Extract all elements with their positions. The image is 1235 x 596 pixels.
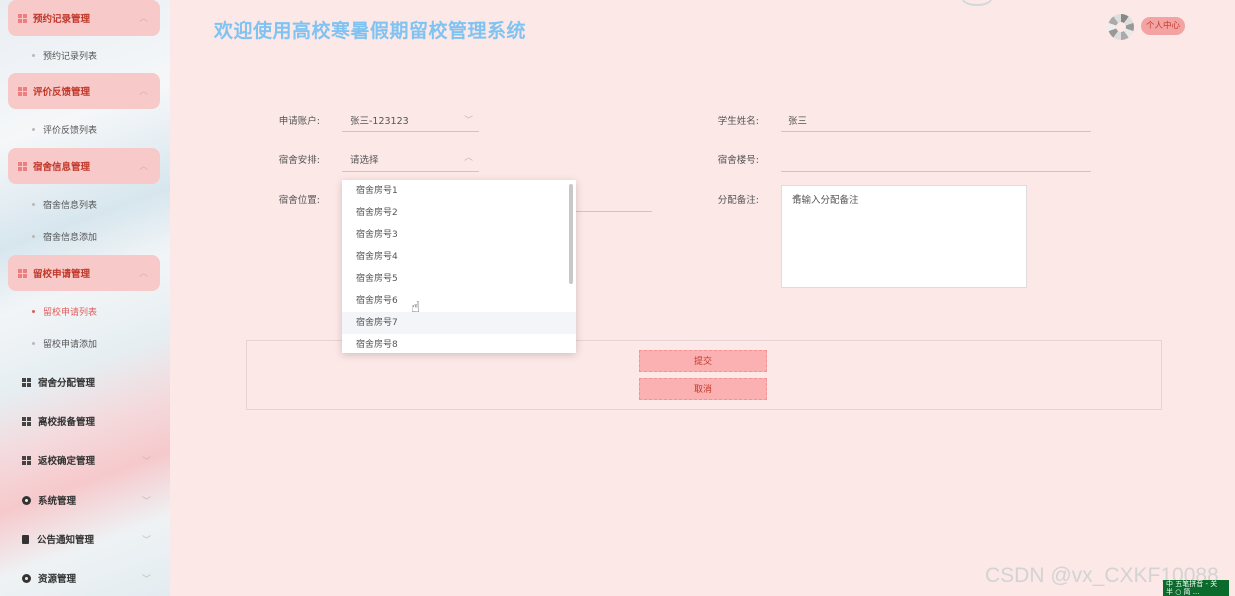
avatar[interactable]	[1108, 14, 1134, 40]
menu-appointment-records[interactable]: 预约记录管理 ︿	[8, 0, 160, 36]
chevron-up-icon: ︿	[138, 162, 148, 172]
dorm-select[interactable]: 请选择	[350, 152, 379, 166]
dropdown-option[interactable]: 宿舍房号5	[342, 268, 576, 290]
menu-leave-report[interactable]: 离校报备管理	[22, 414, 95, 428]
ime-tray[interactable]: 中 五笔拼音 - 关 半 ○ 简 ...	[1163, 580, 1229, 596]
document-icon	[22, 534, 29, 544]
menu-system[interactable]: 系统管理 ﹀	[22, 493, 151, 507]
cancel-button[interactable]: 取消	[639, 378, 767, 400]
sidebar: 预约记录管理 ︿ 预约记录列表 评价反馈管理 ︿ 评价反馈列表 宿舍信息管理 ︿…	[0, 0, 170, 596]
student-underline	[781, 131, 1091, 132]
account-select[interactable]: 张三-123123	[350, 113, 409, 127]
grid-icon	[22, 416, 31, 426]
chevron-down-icon: ﹀	[142, 575, 152, 585]
location-underline	[576, 211, 652, 212]
menu-resources[interactable]: 资源管理 ﹀	[22, 571, 151, 585]
menu-feedback[interactable]: 评价反馈管理 ︿	[8, 73, 160, 109]
chevron-up-icon: ︿	[138, 87, 148, 97]
dropdown-option[interactable]: 宿舍房号1	[342, 180, 576, 202]
menu-return-confirm[interactable]: 返校确定管理 ﹀	[22, 453, 151, 467]
student-field[interactable]: 张三	[788, 113, 807, 127]
sidebar-item-stay-add[interactable]: 留校申请添加	[32, 337, 97, 350]
dropdown-option[interactable]: 宿舍房号2	[342, 202, 576, 224]
dropdown-option[interactable]: 宿舍房号6	[342, 290, 576, 312]
user-center-button[interactable]: 个人中心	[1141, 17, 1185, 35]
chevron-up-icon: ︿	[138, 269, 148, 279]
ime-tray-line1: 中 五笔拼音 - 关	[1166, 580, 1218, 588]
sidebar-item-feedback-list[interactable]: 评价反馈列表	[32, 123, 97, 136]
menu-dorm-info[interactable]: 宿舍信息管理 ︿	[8, 148, 160, 184]
bullet-icon	[32, 310, 35, 313]
chevron-down-icon: ﹀	[142, 497, 152, 507]
grid-icon	[18, 13, 27, 23]
remark-textarea[interactable]: 请输入分配备注 ◢	[781, 185, 1027, 288]
menu-stay-application[interactable]: 留校申请管理 ︿	[8, 255, 160, 291]
gear-icon	[22, 495, 31, 505]
chevron-up-icon: ︿	[464, 153, 474, 163]
sidebar-item-appointment-list[interactable]: 预约记录列表	[32, 49, 97, 62]
grid-icon	[22, 455, 31, 465]
grid-icon	[18, 86, 27, 96]
chevron-down-icon: ﹀	[464, 116, 474, 126]
gear-icon	[22, 573, 31, 583]
hand-cursor-icon: ☝	[411, 298, 421, 316]
bullet-icon	[32, 128, 35, 131]
student-label: 学生姓名:	[717, 116, 759, 127]
building-label: 宿舍楼号:	[717, 155, 759, 166]
dropdown-option[interactable]: 宿舍房号4	[342, 246, 576, 268]
ime-tray-line2: 半 ○ 简 ...	[1166, 588, 1200, 596]
grid-icon	[22, 377, 31, 387]
bullet-icon	[32, 342, 35, 345]
dorm-label: 宿舍安排:	[278, 155, 320, 166]
account-underline	[342, 131, 479, 132]
remark-label: 分配备注:	[717, 195, 759, 206]
grid-icon	[18, 268, 27, 278]
dropdown-option-hovered[interactable]: 宿舍房号7	[342, 312, 576, 334]
building-field[interactable]	[781, 171, 1091, 172]
menu-dorm-allocation[interactable]: 宿舍分配管理	[22, 375, 95, 389]
menu-announcement[interactable]: 公告通知管理 ﹀	[22, 532, 151, 546]
resize-handle-icon[interactable]: ◢	[792, 192, 1023, 285]
chevron-down-icon: ﹀	[142, 536, 152, 546]
bullet-icon	[32, 235, 35, 238]
dropdown-scrollbar[interactable]	[569, 184, 573, 284]
dropdown-option[interactable]: 宿舍房号3	[342, 224, 576, 246]
grid-icon	[18, 161, 27, 171]
sidebar-item-stay-list[interactable]: 留校申请列表	[32, 305, 97, 318]
chevron-up-icon: ︿	[138, 14, 148, 24]
dorm-underline	[342, 171, 479, 172]
chevron-down-icon: ﹀	[142, 457, 152, 467]
dorm-dropdown[interactable]: 宿舍房号1 宿舍房号2 宿舍房号3 宿舍房号4 宿舍房号5 宿舍房号6 宿舍房号…	[342, 180, 576, 353]
page-title: 欢迎使用高校寒暑假期留校管理系统	[214, 20, 527, 42]
location-label: 宿舍位置:	[278, 195, 320, 206]
sidebar-item-dorm-list[interactable]: 宿舍信息列表	[32, 198, 97, 211]
sidebar-item-dorm-add[interactable]: 宿舍信息添加	[32, 230, 97, 243]
decoration-arc	[962, 0, 992, 6]
dropdown-option[interactable]: 宿舍房号8	[342, 334, 576, 353]
account-label: 申请账户:	[278, 116, 320, 127]
bullet-icon	[32, 54, 35, 57]
submit-button[interactable]: 提交	[639, 350, 767, 372]
bullet-icon	[32, 203, 35, 206]
